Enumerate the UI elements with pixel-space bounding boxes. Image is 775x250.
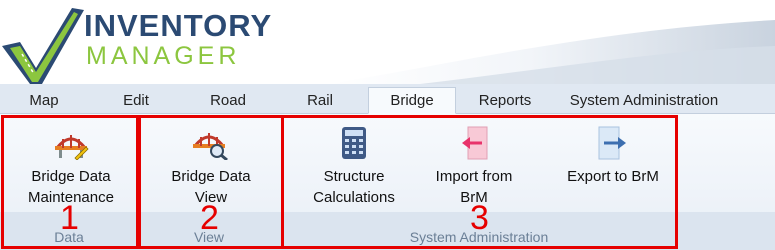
annotation-number-1: 1: [60, 199, 79, 237]
tab-map[interactable]: Map: [14, 88, 74, 113]
annotation-number-2: 2: [200, 199, 219, 237]
tab-reports[interactable]: Reports: [470, 88, 540, 113]
logo-subtitle: MANAGER: [86, 42, 241, 70]
logo-title: INVENTORY: [84, 8, 273, 43]
tab-road[interactable]: Road: [198, 88, 258, 113]
ribbon-tab-bar: Map Edit Road Rail Bridge Reports System…: [0, 84, 775, 114]
logo-checkmark-icon: [2, 8, 84, 84]
tab-system-administration[interactable]: System Administration: [556, 88, 732, 113]
app-header: INVENTORY MANAGER: [0, 0, 775, 84]
tab-rail[interactable]: Rail: [290, 88, 350, 113]
annotation-number-3: 3: [470, 199, 489, 237]
tab-bridge[interactable]: Bridge: [368, 87, 456, 114]
tab-edit[interactable]: Edit: [106, 88, 166, 113]
